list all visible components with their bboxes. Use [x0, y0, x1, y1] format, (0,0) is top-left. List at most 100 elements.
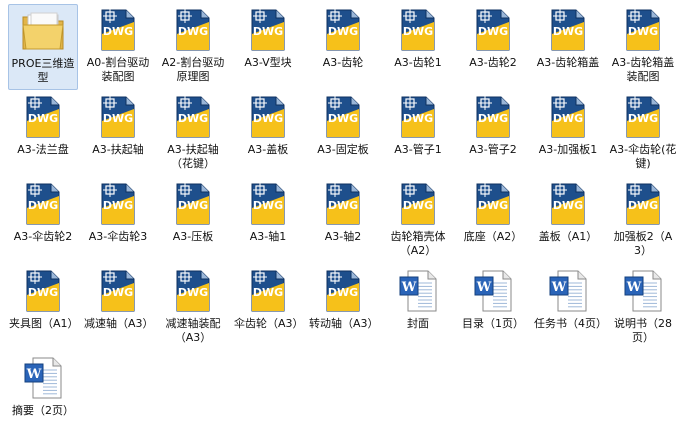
dwg-file-item[interactable]: DWG A3-齿轮2: [458, 4, 528, 90]
dwg-file-item[interactable]: DWG A3-固定板: [308, 91, 378, 177]
svg-text:W: W: [551, 280, 567, 295]
dwg-file-icon: DWG: [394, 180, 442, 228]
dwg-file-item[interactable]: DWG A3-V型块: [233, 4, 303, 90]
dwg-file-icon: DWG: [244, 6, 292, 54]
dwg-file-item[interactable]: DWG 伞齿轮（A3）: [233, 265, 304, 351]
word-file-item[interactable]: W 说明书（28页）: [608, 265, 678, 351]
file-name-label: A3-轴2: [324, 230, 362, 243]
svg-text:DWG: DWG: [403, 199, 433, 212]
dwg-file-item[interactable]: DWG 底座（A2）: [458, 178, 528, 264]
word-document-icon: W: [469, 267, 517, 315]
dwg-file-item[interactable]: DWG A3-管子1: [383, 91, 453, 177]
dwg-file-item[interactable]: DWG 盖板（A1）: [533, 178, 603, 264]
dwg-file-item[interactable]: DWG A3-伞齿轮3: [83, 178, 153, 264]
dwg-file-icon: DWG: [244, 180, 292, 228]
word-file-item[interactable]: W 任务书（4页）: [533, 265, 607, 351]
dwg-file-icon: DWG: [544, 180, 592, 228]
dwg-file-item[interactable]: DWG 夹具图（A1）: [8, 265, 79, 351]
dwg-file-item[interactable]: DWG A3-加强板1: [533, 91, 603, 177]
svg-text:DWG: DWG: [328, 199, 358, 212]
dwg-file-item[interactable]: DWG A3-轴2: [308, 178, 378, 264]
dwg-file-item[interactable]: DWG A3-齿轮箱盖: [533, 4, 603, 90]
dwg-file-icon: DWG: [169, 180, 217, 228]
folder-icon: [19, 7, 67, 55]
file-name-label: 目录（1页）: [462, 317, 524, 330]
file-name-label: A3-齿轮: [322, 56, 364, 69]
dwg-file-icon: DWG: [19, 180, 67, 228]
dwg-file-icon: DWG: [544, 93, 592, 141]
dwg-file-icon: DWG: [319, 93, 367, 141]
file-name-label: PROE三维造型: [11, 57, 75, 84]
svg-text:DWG: DWG: [328, 286, 358, 299]
folder-item[interactable]: PROE三维造型: [8, 4, 78, 90]
file-name-label: A3-齿轮1: [394, 56, 442, 69]
svg-text:DWG: DWG: [103, 25, 133, 38]
dwg-file-item[interactable]: DWG A3-齿轮箱盖装配图: [608, 4, 678, 90]
dwg-file-icon: DWG: [19, 93, 67, 141]
dwg-file-item[interactable]: DWG A3-盖板: [233, 91, 303, 177]
dwg-file-icon: DWG: [619, 93, 667, 141]
dwg-file-item[interactable]: DWG 转动轴（A3）: [308, 265, 379, 351]
dwg-file-item[interactable]: DWG A3-伞齿轮2: [8, 178, 78, 264]
dwg-file-icon: DWG: [244, 93, 292, 141]
dwg-file-icon: DWG: [319, 267, 367, 315]
dwg-file-icon: DWG: [619, 180, 667, 228]
file-name-label: A3-扶起轴: [92, 143, 144, 156]
word-file-item[interactable]: W 摘要（2页）: [8, 352, 78, 438]
svg-text:DWG: DWG: [478, 25, 508, 38]
file-name-label: A3-盖板: [247, 143, 289, 156]
dwg-file-item[interactable]: DWG 加强板2（A3）: [608, 178, 678, 264]
file-name-label: A3-轴1: [249, 230, 287, 243]
word-file-item[interactable]: W 目录（1页）: [458, 265, 528, 351]
file-name-label: A3-管子2: [469, 143, 517, 156]
svg-text:DWG: DWG: [553, 199, 583, 212]
file-name-label: 摘要（2页）: [12, 404, 74, 417]
dwg-file-icon: DWG: [394, 6, 442, 54]
file-name-label: A3-伞齿轮3: [88, 230, 148, 243]
dwg-file-item[interactable]: DWG A3-法兰盘: [8, 91, 78, 177]
dwg-file-item[interactable]: DWG A0-割台驱动装配图: [83, 4, 153, 90]
file-name-label: A3-扶起轴（花键）: [167, 143, 219, 170]
svg-text:DWG: DWG: [628, 199, 658, 212]
word-document-icon: W: [544, 267, 592, 315]
word-file-item[interactable]: W 封面: [383, 265, 453, 351]
dwg-file-item[interactable]: DWG A3-齿轮1: [383, 4, 453, 90]
dwg-file-item[interactable]: DWG 齿轮箱壳体（A2）: [383, 178, 453, 264]
dwg-file-icon: DWG: [469, 180, 517, 228]
word-document-icon: W: [394, 267, 442, 315]
dwg-file-icon: DWG: [619, 6, 667, 54]
dwg-file-item[interactable]: DWG A3-扶起轴（花键）: [158, 91, 228, 177]
file-name-label: A0-割台驱动装配图: [86, 56, 150, 83]
svg-text:DWG: DWG: [178, 112, 208, 125]
file-name-label: A3-齿轮箱盖: [536, 56, 600, 69]
file-name-label: 底座（A2）: [463, 230, 523, 243]
dwg-file-item[interactable]: DWG A3-压板: [158, 178, 228, 264]
svg-text:DWG: DWG: [553, 112, 583, 125]
dwg-file-item[interactable]: DWG A2-割台驱动原理图: [158, 4, 228, 90]
dwg-file-item[interactable]: DWG A3-轴1: [233, 178, 303, 264]
file-name-label: A3-伞齿轮(花键): [609, 143, 677, 170]
file-name-label: 减速轴（A3）: [84, 317, 154, 330]
svg-text:DWG: DWG: [28, 286, 58, 299]
svg-text:DWG: DWG: [403, 112, 433, 125]
dwg-file-item[interactable]: DWG A3-管子2: [458, 91, 528, 177]
dwg-file-item[interactable]: DWG 减速轴装配（A3）: [158, 265, 228, 351]
file-name-label: A3-齿轮箱盖装配图: [611, 56, 675, 83]
dwg-file-icon: DWG: [319, 180, 367, 228]
svg-text:DWG: DWG: [628, 112, 658, 125]
dwg-file-item[interactable]: DWG 减速轴（A3）: [83, 265, 154, 351]
dwg-file-item[interactable]: DWG A3-扶起轴: [83, 91, 153, 177]
svg-text:W: W: [26, 367, 42, 382]
svg-text:DWG: DWG: [103, 286, 133, 299]
file-name-label: 任务书（4页）: [534, 317, 607, 330]
file-name-label: 转动轴（A3）: [309, 317, 379, 330]
dwg-file-icon: DWG: [169, 6, 217, 54]
dwg-file-item[interactable]: DWG A3-伞齿轮(花键): [608, 91, 678, 177]
file-name-label: A3-齿轮2: [469, 56, 517, 69]
dwg-file-item[interactable]: DWG A3-齿轮: [308, 4, 378, 90]
svg-text:DWG: DWG: [103, 199, 133, 212]
dwg-file-icon: DWG: [94, 267, 142, 315]
file-name-label: A3-管子1: [394, 143, 442, 156]
dwg-file-icon: DWG: [319, 6, 367, 54]
file-name-label: A3-加强板1: [538, 143, 598, 156]
